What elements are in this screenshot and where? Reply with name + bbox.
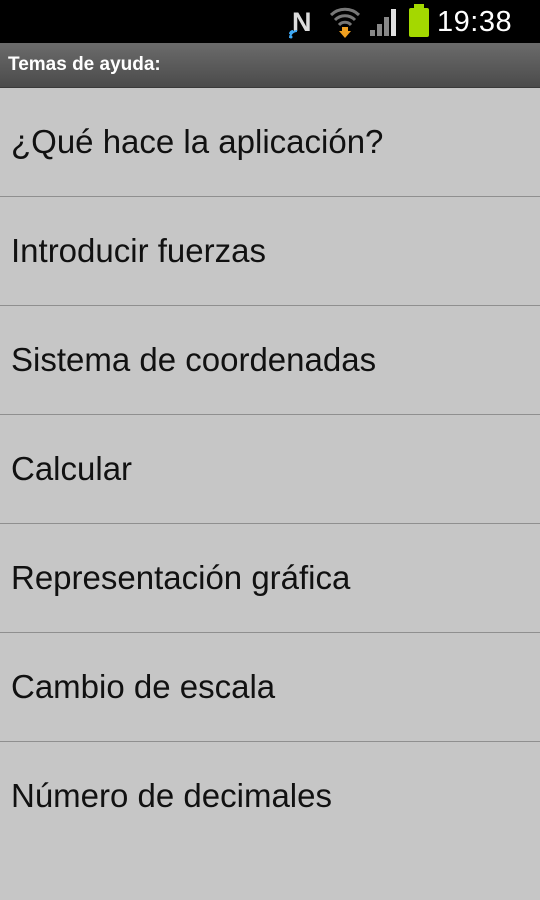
list-item-calcular[interactable]: Calcular — [0, 415, 540, 524]
help-topics-list: ¿Qué hace la aplicación? Introducir fuer… — [0, 88, 540, 850]
nfc-icon: N — [289, 7, 312, 39]
list-item-label: Calcular — [11, 450, 133, 487]
list-item-label: Sistema de coordenadas — [11, 341, 377, 378]
signal-icon — [370, 9, 396, 36]
status-clock: 19:38 — [437, 6, 513, 38]
svg-text:N: N — [292, 7, 312, 37]
battery-icon — [409, 4, 429, 37]
list-item-introducir-fuerzas[interactable]: Introducir fuerzas — [0, 197, 540, 306]
list-item-label: Número de decimales — [11, 777, 332, 814]
list-item-sistema-de-coordenadas[interactable]: Sistema de coordenadas — [0, 306, 540, 415]
list-item-numero-de-decimales[interactable]: Número de decimales — [0, 742, 540, 850]
list-item-label: Cambio de escala — [11, 668, 276, 705]
list-item-label: Introducir fuerzas — [11, 232, 266, 269]
list-item-label: ¿Qué hace la aplicación? — [11, 123, 384, 160]
list-item-representacion-grafica[interactable]: Representación gráfica — [0, 524, 540, 633]
wifi-icon — [329, 7, 361, 38]
title-bar: Temas de ayuda: — [0, 43, 540, 88]
list-item-label: Representación gráfica — [11, 559, 351, 596]
page-title: Temas de ayuda: — [8, 54, 161, 75]
list-item-que-hace-la-aplicacion[interactable]: ¿Qué hace la aplicación? — [0, 88, 540, 197]
status-bar: N 19:38 — [0, 0, 540, 43]
list-item-cambio-de-escala[interactable]: Cambio de escala — [0, 633, 540, 742]
